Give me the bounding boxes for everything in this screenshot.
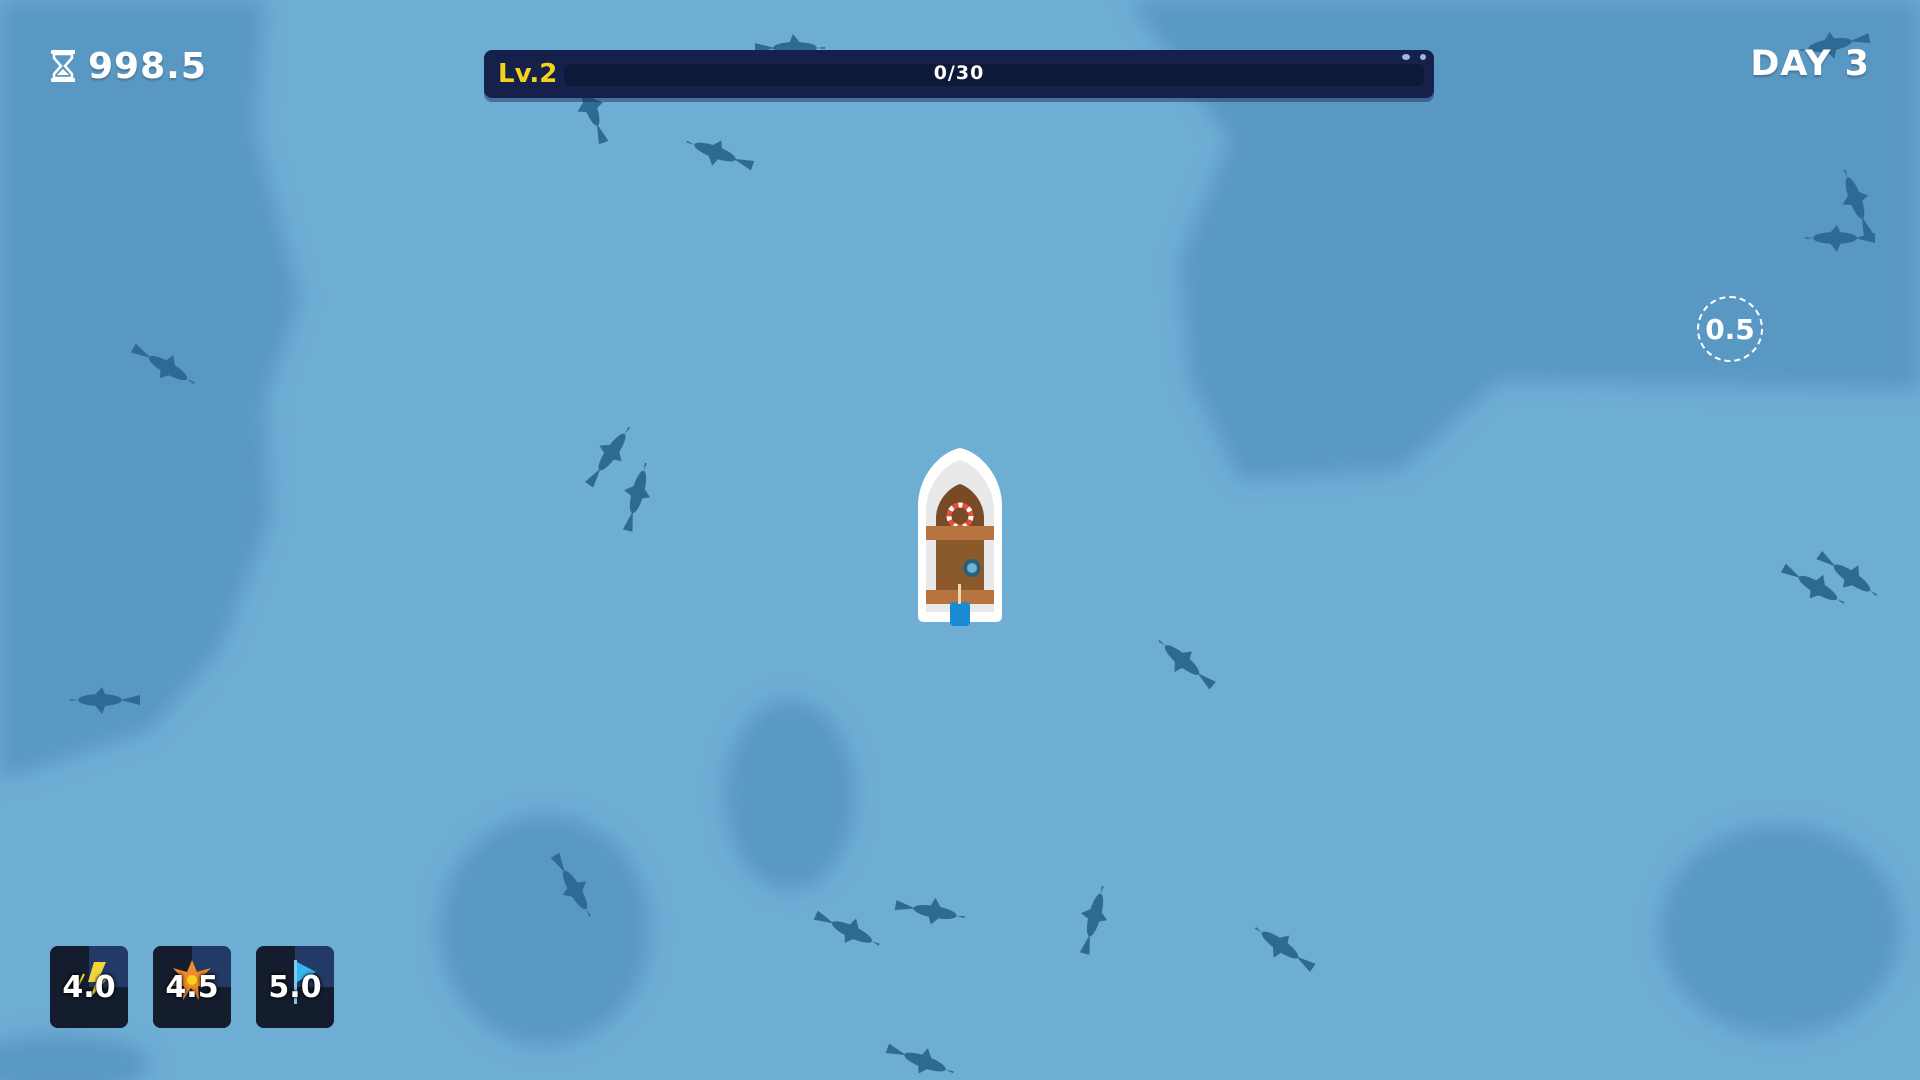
bubble-decoration	[1420, 54, 1426, 60]
player-boat	[918, 448, 1002, 626]
bubble-decoration	[1402, 54, 1410, 60]
level-progress-bar: Lv.2 0/30	[484, 50, 1434, 98]
explosion-skill-cooldown: 4.5	[165, 969, 219, 1005]
flag-skill-cooldown: 5.0	[268, 969, 322, 1005]
cooldown-indicator: 0.5	[1697, 296, 1763, 362]
deep-water-patch	[725, 700, 855, 890]
lightning-skill-cooldown: 4.0	[62, 969, 116, 1005]
timer-value: 998.5	[88, 45, 207, 87]
explosion-skill-button[interactable]: 4.5	[153, 946, 231, 1028]
hourglass-icon	[51, 50, 75, 82]
lightning-skill-button[interactable]: 4.0	[50, 946, 128, 1028]
deep-water-patch	[1660, 825, 1900, 1035]
day-label: DAY 3	[1750, 44, 1870, 84]
timer-display: 998.5	[48, 44, 207, 88]
deep-water-patch	[440, 815, 650, 1045]
flag-skill-button[interactable]: 5.0	[256, 946, 334, 1028]
xp-count: 0/30	[933, 62, 985, 84]
